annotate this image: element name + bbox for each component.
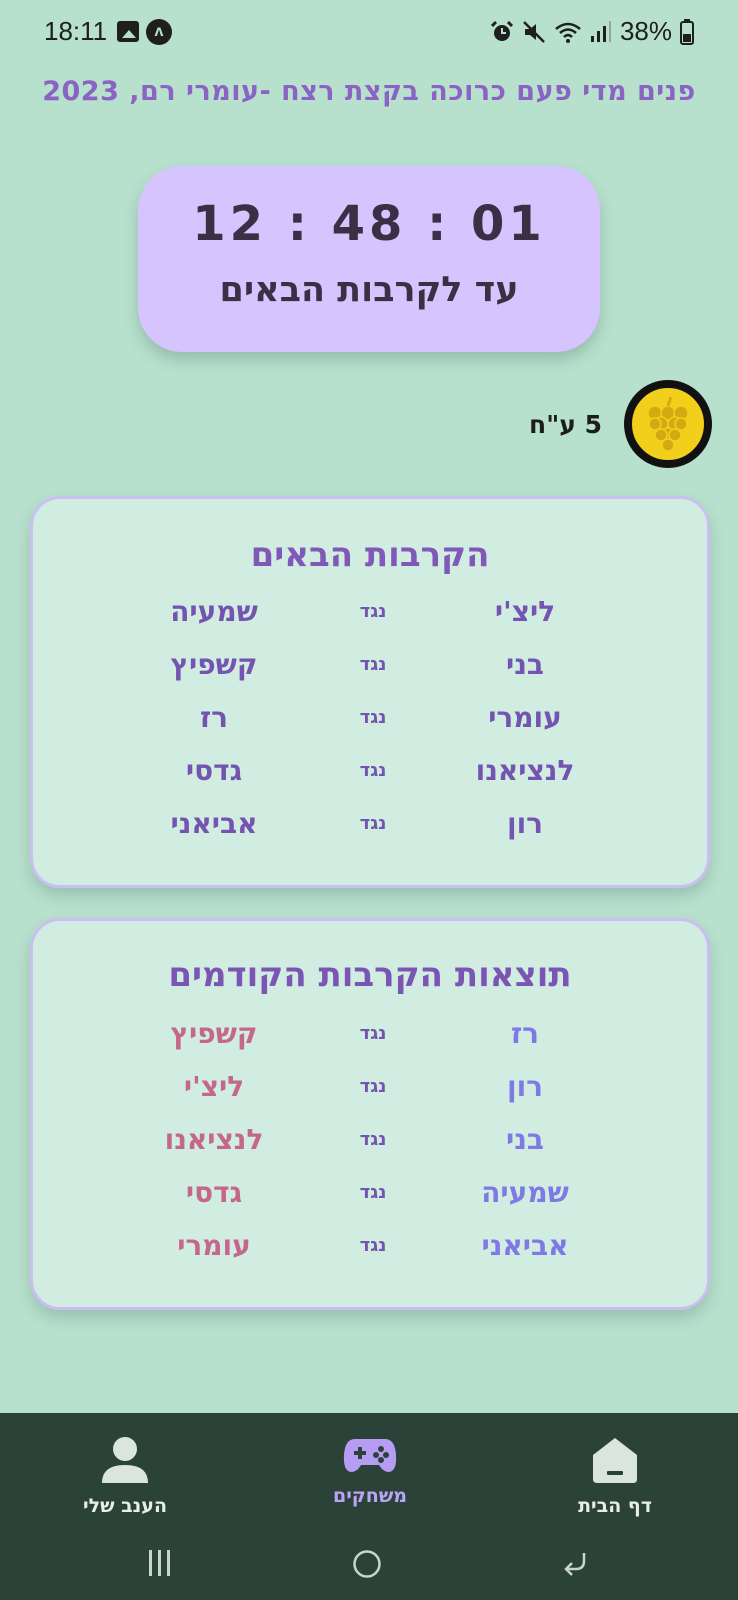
system-nav-bar — [0, 1543, 738, 1593]
loser-name: לנציאנו — [164, 1123, 264, 1156]
nav-profile-label: הענב שלי — [82, 1495, 167, 1517]
fighter-a: רון — [506, 807, 544, 840]
match-row: ליצ'י נגד שמעיה — [33, 595, 707, 635]
battery-percent: 38% — [619, 16, 672, 46]
fighter-a: לנציאנו — [475, 754, 575, 787]
winner-name: רז — [510, 1017, 540, 1050]
match-row: בני נגד קשפיץ — [33, 648, 707, 688]
winner-name: אביאני — [481, 1229, 569, 1262]
winner-name: רון — [506, 1070, 544, 1103]
loser-name: קשפיץ — [170, 1017, 258, 1050]
countdown-card: 12 : 48 : 01 עד לקרבות הבאים — [138, 166, 600, 352]
winner-name: שמעיה — [481, 1176, 569, 1209]
loser-name: עומרי — [177, 1229, 251, 1262]
nav-home-label: דף הבית — [578, 1495, 652, 1517]
gamepad-icon — [343, 1439, 397, 1472]
vs-label: נגד — [359, 1235, 387, 1256]
status-bar: 18:11 ʌ 38% — [0, 0, 738, 64]
mute-icon — [523, 20, 545, 43]
home-icon — [593, 1438, 637, 1483]
fighter-b: גדסי — [185, 754, 243, 787]
vs-label: נגד — [359, 654, 387, 675]
result-row: שמעיה נגד גדסי — [33, 1176, 707, 1216]
grape-badge[interactable] — [624, 380, 712, 468]
fighter-b: אביאני — [170, 807, 258, 840]
vs-label: נגד — [359, 1129, 387, 1150]
fighter-b: רז — [199, 701, 229, 734]
recent-apps-icon[interactable] — [148, 1549, 172, 1577]
nav-players[interactable]: משחקים — [290, 1435, 450, 1507]
grape-icon — [647, 396, 689, 452]
fighter-a: ליצ'י — [494, 595, 556, 628]
countdown-label: עד לקרבות הבאים — [219, 270, 519, 310]
bottom-nav: דף הבית משחקים הענב שלי — [0, 1413, 738, 1600]
vs-label: נגד — [359, 707, 387, 728]
match-row: רון נגד אביאני — [33, 807, 707, 847]
status-time: 18:11 — [44, 16, 108, 46]
nav-players-label: משחקים — [332, 1485, 408, 1507]
back-icon[interactable] — [562, 1549, 590, 1577]
points-row: 5 ע"ח — [529, 380, 712, 468]
fighter-b: קשפיץ — [170, 648, 258, 681]
loser-name: ליצ'י — [183, 1070, 245, 1103]
nav-profile[interactable]: הענב שלי — [45, 1435, 205, 1517]
a-notification-icon: ʌ — [146, 19, 172, 45]
vs-label: נגד — [359, 760, 387, 781]
fighter-a: עומרי — [488, 701, 562, 734]
loser-name: גדסי — [185, 1176, 243, 1209]
upcoming-title: הקרבות הבאים — [250, 535, 490, 575]
page-title: פנים מדי פעם כרוכה בקצת רצח -עומרי רם, 2… — [42, 76, 696, 107]
result-row: אביאני נגד עומרי — [33, 1229, 707, 1269]
fighter-a: בני — [505, 648, 544, 681]
vs-label: נגד — [359, 1076, 387, 1097]
wifi-icon — [555, 22, 581, 43]
vs-label: נגד — [359, 1023, 387, 1044]
signal-icon — [590, 20, 611, 42]
fighter-b: שמעיה — [170, 595, 258, 628]
previous-results-card: תוצאות הקרבות הקודמים רז נגד קשפיץ רון נ… — [30, 918, 710, 1310]
vs-label: נגד — [359, 601, 387, 622]
alarm-icon — [490, 20, 514, 41]
status-right: 38% — [490, 16, 694, 47]
result-row: רז נגד קשפיץ — [33, 1017, 707, 1057]
countdown-timer: 12 : 48 : 01 — [192, 196, 546, 252]
points-text: 5 ע"ח — [529, 409, 602, 439]
result-row: רון נגד ליצ'י — [33, 1070, 707, 1110]
person-icon — [102, 1437, 148, 1483]
vs-label: נגד — [359, 813, 387, 834]
nav-home[interactable]: דף הבית — [535, 1435, 695, 1517]
home-button-icon[interactable] — [352, 1549, 382, 1579]
screen: 18:11 ʌ 38% פנים מדי פעם כרוכה בקצת רצח … — [0, 0, 738, 1600]
vs-label: נגד — [359, 1182, 387, 1203]
previous-title: תוצאות הקרבות הקודמים — [168, 955, 572, 995]
battery-icon — [680, 18, 694, 45]
match-row: עומרי נגד רז — [33, 701, 707, 741]
result-row: בני נגד לנציאנו — [33, 1123, 707, 1163]
upcoming-matches-card: הקרבות הבאים ליצ'י נגד שמעיה בני נגד קשפ… — [30, 496, 710, 888]
match-row: לנציאנו נגד גדסי — [33, 754, 707, 794]
image-icon — [117, 21, 139, 42]
winner-name: בני — [505, 1123, 544, 1156]
